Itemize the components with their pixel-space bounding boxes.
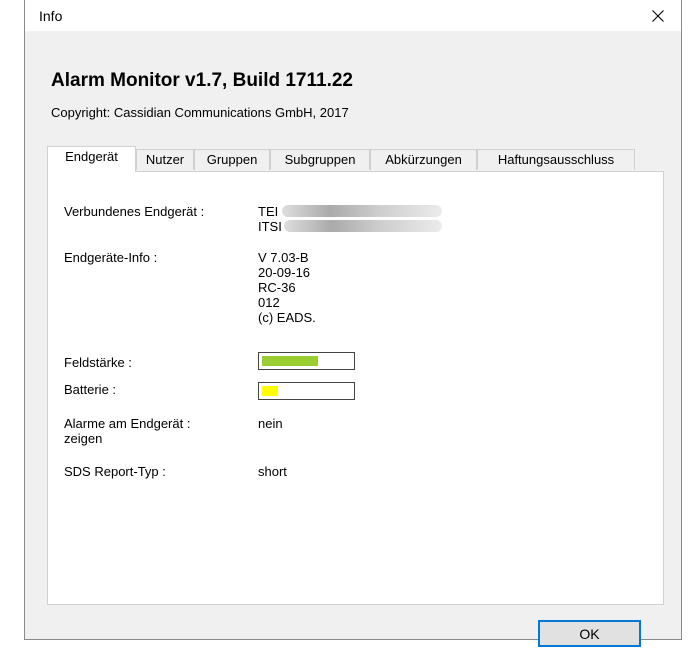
redacted-itsi [284,220,442,232]
tab-abkuerzungen[interactable]: Abkürzungen [370,149,477,170]
device-info-line-3: RC-36 [258,280,296,295]
tab-panel-endgeraet: Verbundenes Endgerät : TEI ITSI Endgerät… [47,171,664,605]
tab-subgruppen[interactable]: Subgruppen [270,149,370,170]
device-info-line-1: V 7.03-B [258,250,309,265]
alarms-value: nein [258,416,283,431]
ok-button[interactable]: OK [538,620,641,647]
sds-report-type-label: SDS Report-Typ : [64,464,166,479]
copyright-text: Copyright: Cassidian Communications GmbH… [51,105,349,120]
signal-strength-label: Feldstärke : [64,355,132,370]
title-bar: Info [25,0,681,31]
tab-nutzer[interactable]: Nutzer [136,149,194,170]
tab-haftungsausschluss[interactable]: Haftungsausschluss [477,149,635,170]
close-icon [652,9,664,22]
app-title: Alarm Monitor v1.7, Build 1711.22 [51,70,353,91]
tab-endgeraet[interactable]: Endgerät [47,146,136,172]
device-info-label: Endgeräte-Info : [64,250,158,265]
battery-bar [258,382,355,400]
battery-label: Batterie : [64,382,117,397]
sds-report-type-value: short [258,464,287,479]
window-title: Info [39,8,63,24]
itsi-prefix: ITSI [258,219,282,234]
alarms-label-line-2: zeigen [64,431,103,446]
tab-gruppen[interactable]: Gruppen [194,149,270,170]
device-info-line-4: 012 [258,295,280,310]
battery-fill [262,386,278,396]
alarms-label-line-1: Alarme am Endgerät : [64,416,191,431]
signal-strength-bar [258,352,355,370]
close-button[interactable] [635,0,681,31]
signal-strength-fill [262,356,318,366]
device-info-line-2: 20-09-16 [258,265,311,280]
connected-device-label: Verbundenes Endgerät : [64,204,205,219]
info-dialog: Info Alarm Monitor v1.7, Build 1711.22 C… [24,0,682,647]
redacted-tei [282,205,442,217]
tei-prefix: TEI [258,204,279,219]
device-info-line-5: (c) EADS. [258,310,316,325]
